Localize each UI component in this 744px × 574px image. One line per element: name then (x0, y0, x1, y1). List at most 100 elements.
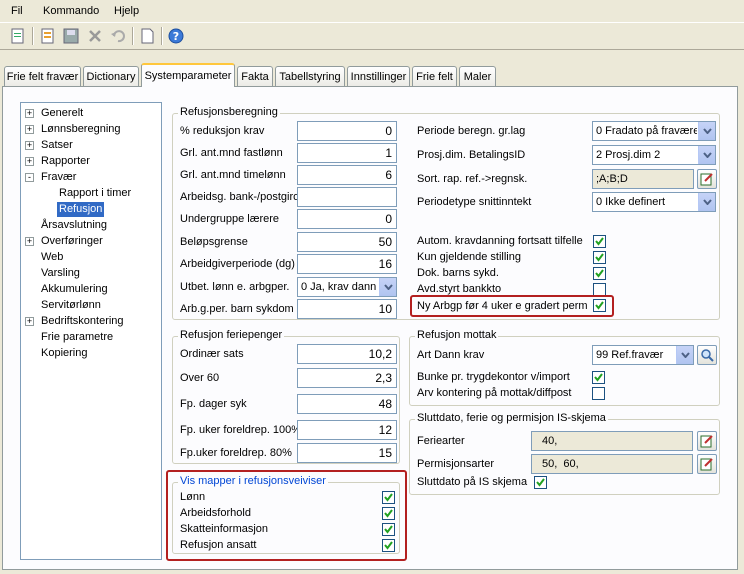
chevron-down-icon[interactable] (698, 122, 715, 140)
edit-list-icon[interactable] (697, 454, 717, 474)
autom-kravdanning-checkbox[interactable] (593, 235, 606, 248)
tree-item-label: Refusjon (57, 202, 105, 217)
tree-item-label: Akkumulering (41, 283, 108, 295)
field-label: Undergruppe lærere (180, 213, 280, 225)
menu-hjelp[interactable]: Hjelp (114, 5, 139, 17)
refusjon-ansatt-checkbox[interactable] (382, 539, 395, 552)
chevron-down-icon[interactable] (698, 193, 715, 211)
grl-fastlonn-input[interactable]: 1 (297, 143, 397, 163)
tab-fakta[interactable]: Fakta (237, 66, 273, 86)
bank-postgiro-input[interactable] (297, 187, 397, 207)
help-icon[interactable]: ? (166, 26, 186, 46)
field-label: Periodetype snittinntekt (417, 196, 532, 208)
ordinaer-sats-input[interactable]: 10,2 (297, 344, 397, 364)
tab-frie-felt-fravaer[interactable]: Frie felt fravær (4, 66, 81, 86)
select-value: 0 Ikke definert (596, 196, 666, 208)
grl-timelonn-input[interactable]: 6 (297, 165, 397, 185)
permisjonsarter-field[interactable]: 50, 60, (531, 454, 693, 474)
belopsgrense-input[interactable]: 50 (297, 232, 397, 252)
group-title-sluttdato: Sluttdato, ferie og permisjon IS-skjema (415, 412, 608, 424)
expand-icon[interactable]: + (25, 157, 34, 166)
chevron-down-icon[interactable] (698, 146, 715, 164)
check-label: Avd.styrt bankkto (417, 283, 502, 295)
undergruppe-laerere-input[interactable]: 0 (297, 209, 397, 229)
expand-icon[interactable]: + (25, 237, 34, 246)
reduksjon-krav-input[interactable]: 0 (297, 121, 397, 141)
periode-beregn-select[interactable]: 0 Fradato på fravære (592, 121, 716, 141)
group-title-vis-mapper: Vis mapper i refusjonsveiviser (178, 475, 328, 487)
over-60-input[interactable]: 2,3 (297, 368, 397, 388)
sluttdato-is-skjema-checkbox[interactable] (534, 476, 547, 489)
search-icon[interactable] (697, 345, 717, 365)
arv-kontering-checkbox[interactable] (592, 387, 605, 400)
utbet-lonn-select[interactable]: 0 Ja, krav dann (297, 277, 397, 297)
field-label: Periode beregn. gr.lag (417, 125, 526, 137)
menu-kommando[interactable]: Kommando (43, 5, 99, 17)
check-label: Bunke pr. trygdekontor v/import (417, 371, 570, 383)
open-icon[interactable] (38, 26, 58, 46)
field-label: Permisjonsarter (417, 458, 495, 470)
menu-fil[interactable]: Fil (11, 5, 23, 17)
skatteinformasjon-checkbox[interactable] (382, 523, 395, 536)
prosj-dim-select[interactable]: 2 Prosj.dim 2 (592, 145, 716, 165)
lonn-checkbox[interactable] (382, 491, 395, 504)
check-label: Kun gjeldende stilling (417, 251, 521, 263)
tab-tabellstyring[interactable]: Tabellstyring (275, 66, 345, 86)
expand-icon[interactable]: + (25, 141, 34, 150)
tab-systemparameter[interactable]: Systemparameter (141, 63, 235, 87)
edit-list-icon[interactable] (697, 431, 717, 451)
chevron-down-icon[interactable] (379, 278, 396, 296)
check-label: Autom. kravdanning fortsatt tilfelle (417, 235, 583, 247)
arbeidsgiverperiode-input[interactable]: 16 (297, 254, 397, 274)
collapse-icon[interactable]: - (25, 173, 34, 182)
tab-innstillinger[interactable]: Innstillinger (347, 66, 410, 86)
check-label: Refusjon ansatt (180, 539, 257, 551)
new-document-icon[interactable] (8, 26, 28, 46)
check-label: Lønn (180, 491, 206, 503)
svg-text:?: ? (173, 30, 179, 43)
field-label: Arbeidgiverperiode (dg) (180, 258, 295, 270)
arbgper-barn-sykdom-input[interactable]: 10 (297, 299, 397, 319)
chevron-down-icon[interactable] (676, 346, 693, 364)
tab-frie-felt[interactable]: Frie felt (412, 66, 457, 86)
field-label: Sort. rap. ref.->regnsk. (417, 173, 528, 185)
expand-icon[interactable]: + (25, 109, 34, 118)
periodetype-select[interactable]: 0 Ikke definert (592, 192, 716, 212)
expand-icon[interactable]: + (25, 317, 34, 326)
tree-item-label: Kopiering (41, 347, 88, 359)
tree-item-label: Årsavslutning (41, 219, 108, 231)
bunke-trygdekontor-checkbox[interactable] (592, 371, 605, 384)
tree-item-label: Generelt (41, 107, 84, 119)
field-label: % reduksjon krav (180, 125, 265, 137)
tree-item-label: Frie parametre (41, 331, 114, 343)
field-label: Grl. ant.mnd timelønn (180, 169, 286, 181)
fp-uker-100-input[interactable]: 12 (297, 420, 397, 440)
dok-barns-sykd-checkbox[interactable] (593, 267, 606, 280)
tree-item-label: Web (41, 251, 64, 263)
check-label: Dok. barns sykd. (417, 267, 499, 279)
delete-icon[interactable] (85, 26, 105, 46)
fp-uker-80-input[interactable]: 15 (297, 443, 397, 463)
edit-list-icon[interactable] (697, 169, 717, 189)
fp-dager-syk-input[interactable]: 48 (297, 394, 397, 414)
feriearter-field[interactable]: 40, (531, 431, 693, 451)
check-label: Ny Arbgp før 4 uker e gradert perm (417, 300, 588, 312)
check-label: Sluttdato på IS skjema (417, 476, 528, 488)
tab-dictionary[interactable]: Dictionary (83, 66, 139, 86)
field-label: Fp. dager syk (180, 398, 247, 410)
toolbar: ? (0, 22, 744, 50)
field-label: Arbeidsg. bank-/postgiro (180, 191, 300, 203)
kun-gjeldende-checkbox[interactable] (593, 251, 606, 264)
check-label: Arbeidsforhold (180, 507, 251, 519)
tree-item-label: Satser (41, 139, 73, 151)
tree-item-label: Overføringer (41, 235, 103, 247)
expand-icon[interactable]: + (25, 125, 34, 134)
ny-arbgp-checkbox[interactable] (593, 299, 606, 312)
arbeidsforhold-checkbox[interactable] (382, 507, 395, 520)
sort-rap-field[interactable]: ;A;B;D (592, 169, 694, 189)
tab-maler[interactable]: Maler (459, 66, 496, 86)
art-dann-krav-select[interactable]: 99 Ref.fravær (592, 345, 694, 365)
save-icon[interactable] (61, 26, 81, 46)
blank-page-icon[interactable] (138, 26, 158, 46)
undo-icon[interactable] (108, 26, 128, 46)
